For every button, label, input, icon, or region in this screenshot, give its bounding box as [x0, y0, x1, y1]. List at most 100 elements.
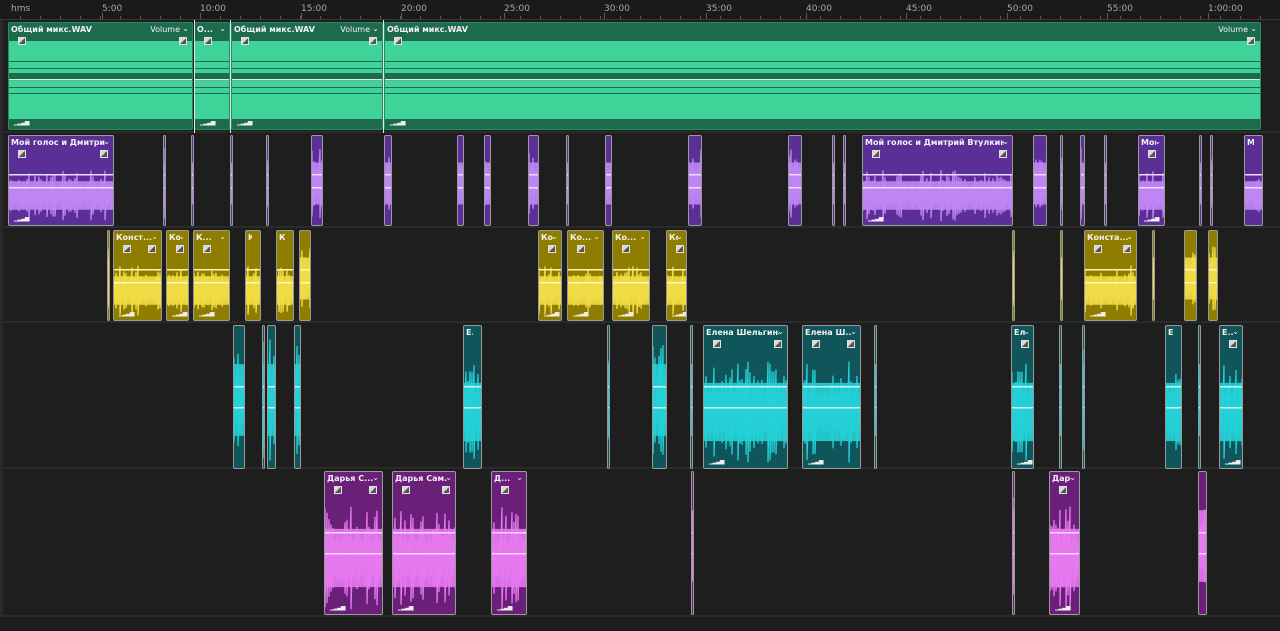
audio-clip-sliver[interactable]: [233, 325, 245, 469]
audio-clip-sliver[interactable]: [1033, 135, 1047, 226]
audio-clip-sliver[interactable]: [163, 135, 166, 226]
audio-clip-sliver[interactable]: [1012, 471, 1015, 615]
fade-in-handle-icon[interactable]: [713, 340, 721, 348]
track-empty[interactable]: [0, 617, 1280, 631]
audio-clip-sliver[interactable]: [1060, 230, 1063, 321]
track-cyan[interactable]: Е... Елена Шельгина...⌄▁▂▃▅Елена Ш...⌄▁▂▃…: [0, 323, 1280, 469]
audio-clip-sliver[interactable]: [311, 135, 323, 226]
chevron-down-icon[interactable]: ⌄: [516, 473, 523, 482]
audio-clip-sliver[interactable]: [1104, 135, 1107, 226]
fade-out-handle-icon[interactable]: [100, 150, 108, 158]
audio-clip[interactable]: Дарья С... ⌄ ▁▂▃▅: [324, 471, 383, 615]
audio-clip[interactable]: Общий микс.WAV Volume ⌄ ▁▂▃▅: [231, 22, 383, 130]
audio-clip-sliver[interactable]: [843, 135, 846, 226]
chevron-down-icon[interactable]: ⌄: [1023, 327, 1030, 336]
audio-clip[interactable]: Елена Ш... ⌄ ▁▂▃▅: [802, 325, 861, 469]
fade-out-handle-icon[interactable]: [369, 486, 377, 494]
chevron-down-icon[interactable]: ⌄: [1126, 232, 1133, 241]
audio-clip-sliver[interactable]: [457, 135, 464, 226]
fade-in-handle-icon[interactable]: [1021, 340, 1029, 348]
chevron-down-icon[interactable]: ⌄: [178, 232, 185, 241]
fade-in-handle-icon[interactable]: [1094, 245, 1102, 253]
fade-in-handle-icon[interactable]: [204, 37, 212, 45]
chevron-down-icon[interactable]: ⌄: [103, 137, 110, 146]
audio-clip[interactable]: О... ⌄ ▁▂▃▅: [194, 22, 230, 130]
chevron-down-icon[interactable]: ⌄: [639, 232, 646, 241]
audio-clip[interactable]: Ко...⌄▁▂▃▅: [567, 230, 604, 321]
fade-in-handle-icon[interactable]: [18, 37, 26, 45]
audio-clip-sliver[interactable]: [1059, 325, 1062, 469]
audio-clip-sliver[interactable]: [691, 471, 694, 615]
chevron-down-icon[interactable]: ⌄: [850, 327, 857, 336]
fade-in-handle-icon[interactable]: [1148, 150, 1156, 158]
audio-clip[interactable]: Е...⌄▁▂▃▅: [1219, 325, 1243, 469]
chevron-down-icon[interactable]: ⌄: [219, 232, 226, 241]
fade-in-handle-icon[interactable]: [676, 245, 684, 253]
chevron-down-icon[interactable]: ⌄: [1232, 327, 1239, 336]
audio-clip[interactable]: Конста... ⌄ ▁▂▃▅: [1084, 230, 1137, 321]
audio-clip-sliver[interactable]: [1152, 230, 1155, 321]
audio-clip-sliver[interactable]: [1199, 135, 1202, 226]
chevron-down-icon[interactable]: ⌄: [676, 232, 683, 241]
fade-in-handle-icon[interactable]: [203, 245, 211, 253]
fade-out-handle-icon[interactable]: [999, 150, 1007, 158]
audio-clip[interactable]: К...: [245, 230, 261, 321]
audio-clip-sliver[interactable]: [690, 325, 693, 469]
audio-clip-sliver[interactable]: [605, 135, 612, 226]
audio-clip-sliver[interactable]: [299, 230, 311, 321]
audio-clip-sliver[interactable]: [1208, 230, 1218, 321]
fade-in-handle-icon[interactable]: [501, 486, 509, 494]
audio-clip[interactable]: Е...: [1165, 325, 1182, 469]
chevron-down-icon[interactable]: ⌄: [372, 473, 379, 482]
fade-in-handle-icon[interactable]: [402, 486, 410, 494]
fade-in-handle-icon[interactable]: [241, 37, 249, 45]
fade-in-handle-icon[interactable]: [622, 245, 630, 253]
time-ruler[interactable]: hms 5:00 10:00 15:00 20:00 25:00 30:00 35:00 40…: [0, 0, 1280, 20]
audio-clip[interactable]: Мой⌄▁▂▃▅: [1138, 135, 1165, 226]
fade-in-handle-icon[interactable]: [123, 245, 131, 253]
audio-clip[interactable]: Ко...⌄▁▂▃▅: [612, 230, 650, 321]
chevron-down-icon[interactable]: ⌄: [1069, 473, 1076, 482]
track-purple[interactable]: Мой голос и Дмитрий ...⌄▁▂▃▅Мой голос и …: [0, 133, 1280, 228]
audio-clip[interactable]: Конст... ⌄ ▁▂▃▅: [113, 230, 162, 321]
audio-clip[interactable]: Елена Шельгина...⌄ ▁▂▃▅: [703, 325, 788, 469]
audio-clip-sliver[interactable]: [384, 135, 392, 226]
audio-clip-sliver[interactable]: [1080, 135, 1085, 226]
audio-clip[interactable]: Ко...⌄▁▂▃▅: [166, 230, 189, 321]
track-mix[interactable]: Общий микс.WAV Volume ⌄ ▁▂▃▅ О... ⌄ ▁▂▃▅ Общий …: [0, 20, 1280, 133]
fade-in-handle-icon[interactable]: [548, 245, 556, 253]
audio-clip[interactable]: Е...: [463, 325, 482, 469]
fade-in-handle-icon[interactable]: [1059, 486, 1067, 494]
chevron-down-icon[interactable]: ⌄: [219, 24, 226, 33]
chevron-down-icon[interactable]: ⌄: [151, 232, 158, 241]
audio-clip[interactable]: Дарья...⌄ ▁▂▃▅: [1049, 471, 1080, 615]
audio-clip[interactable]: К... ⌄ ▁▂▃▅: [193, 230, 230, 321]
fade-in-handle-icon[interactable]: [394, 37, 402, 45]
fade-out-handle-icon[interactable]: [774, 340, 782, 348]
chevron-down-icon[interactable]: ⌄: [445, 473, 452, 482]
chevron-down-icon[interactable]: ⌄: [777, 327, 784, 336]
fade-out-handle-icon[interactable]: [442, 486, 450, 494]
audio-clip-sliver[interactable]: [1184, 230, 1197, 321]
audio-clip-sliver[interactable]: [607, 325, 610, 469]
fade-out-handle-icon[interactable]: [1247, 37, 1255, 45]
audio-clip-sliver[interactable]: [1198, 325, 1201, 469]
fade-in-handle-icon[interactable]: [334, 486, 342, 494]
chevron-down-icon[interactable]: ⌄: [551, 232, 558, 241]
audio-clip-sliver[interactable]: [788, 135, 802, 226]
audio-clip-sliver[interactable]: [1210, 135, 1213, 226]
chevron-down-icon[interactable]: ⌄: [1002, 137, 1009, 146]
multitrack-timeline[interactable]: Общий микс.WAV Volume ⌄ ▁▂▃▅ О... ⌄ ▁▂▃▅ Общий …: [0, 20, 1280, 631]
audio-clip-sliver[interactable]: [230, 135, 233, 226]
audio-clip-sliver[interactable]: [1012, 230, 1015, 321]
fade-in-handle-icon[interactable]: [18, 150, 26, 158]
fade-out-handle-icon[interactable]: [847, 340, 855, 348]
fade-in-handle-icon[interactable]: [577, 245, 585, 253]
audio-clip-sliver[interactable]: [528, 135, 539, 226]
audio-clip-sliver[interactable]: [874, 325, 877, 469]
audio-clip-sliver[interactable]: [652, 325, 667, 469]
fade-in-handle-icon[interactable]: [1229, 340, 1237, 348]
audio-clip-sliver[interactable]: [191, 135, 194, 226]
fade-out-handle-icon[interactable]: [1123, 245, 1131, 253]
track-pink[interactable]: Дарья С...⌄▁▂▃▅Дарья Сам...⌄▁▂▃▅Д...⌄▁▂▃…: [0, 469, 1280, 617]
